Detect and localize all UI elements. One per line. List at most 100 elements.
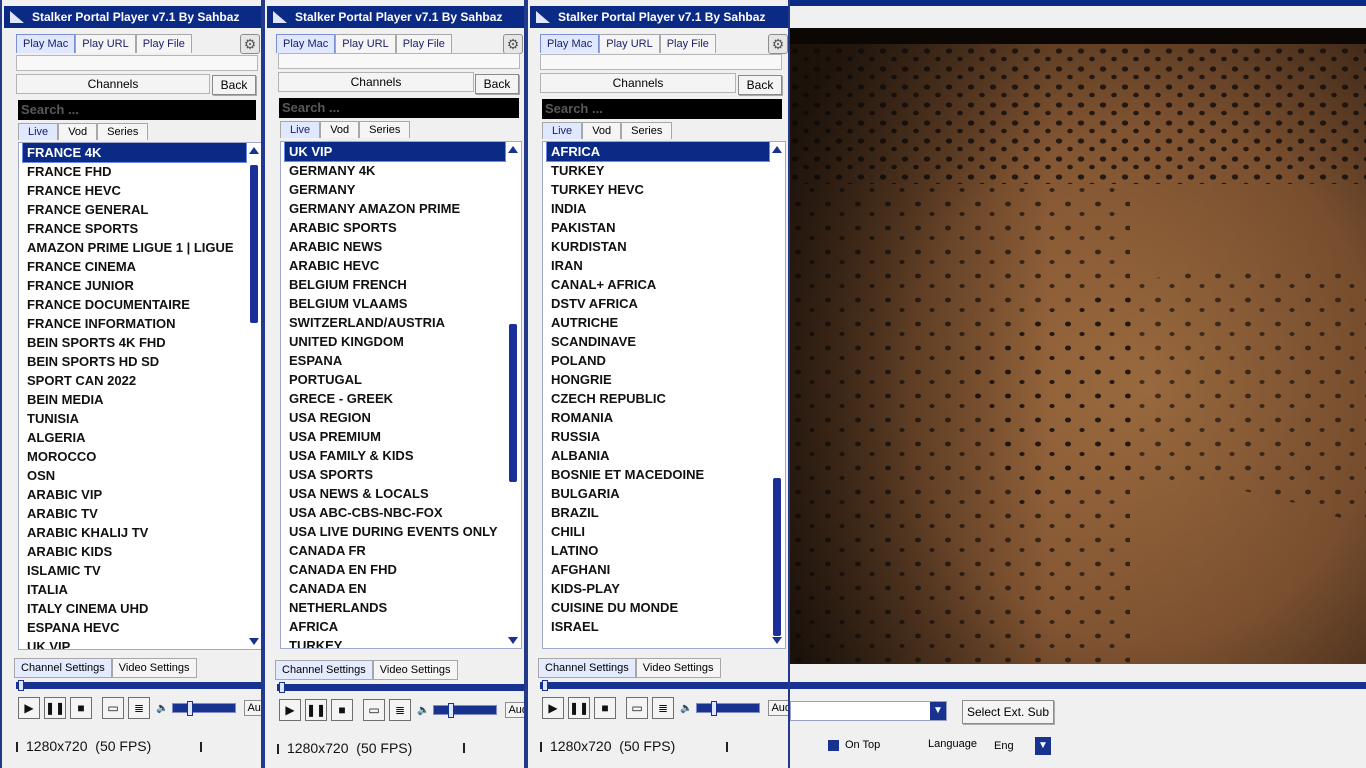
volume-slider[interactable]: [433, 703, 498, 718]
subtab-vod[interactable]: Vod: [582, 122, 622, 139]
channel-item[interactable]: USA FAMILY & KIDS: [285, 446, 505, 465]
channel-item[interactable]: ESPANA: [285, 351, 505, 370]
channel-item[interactable]: USA PREMIUM: [285, 427, 505, 446]
channel-item[interactable]: ARABIC KIDS: [23, 542, 246, 561]
channel-item[interactable]: BELGIUM VLAAMS: [285, 294, 505, 313]
channel-item[interactable]: AFRICA: [285, 617, 505, 636]
chevron-down-icon[interactable]: ▼: [1035, 737, 1051, 755]
channel-list[interactable]: UK VIP GERMANY 4K GERMANY GERMANY AMAZON PR…: [280, 141, 522, 649]
pause-button[interactable]: ❚❚: [44, 697, 66, 719]
portal-field[interactable]: [278, 53, 520, 69]
subtab-live[interactable]: Live: [280, 121, 321, 138]
tab-play-file[interactable]: Play File: [395, 34, 452, 53]
scroll-down-arrow-icon[interactable]: [508, 637, 518, 644]
stop-button[interactable]: ■: [594, 697, 616, 719]
tab-play-url[interactable]: Play URL: [599, 34, 660, 53]
channel-item[interactable]: SPORT CAN 2022: [23, 371, 246, 390]
channel-item[interactable]: FRANCE JUNIOR: [23, 276, 246, 295]
volume-slider[interactable]: [172, 701, 237, 716]
channel-item[interactable]: FRANCE CINEMA: [23, 257, 246, 276]
screen-icon[interactable]: ▭: [626, 697, 648, 719]
channel-item[interactable]: PORTUGAL: [285, 370, 505, 389]
channel-item[interactable]: CANADA EN: [285, 579, 505, 598]
seek-knob[interactable]: [279, 682, 285, 693]
channel-item[interactable]: BOSNIE ET MACEDOINE: [547, 465, 769, 484]
channel-item[interactable]: CZECH REPUBLIC: [547, 389, 769, 408]
channel-item[interactable]: AFRICA: [546, 142, 770, 162]
channel-item[interactable]: TURKEY: [547, 161, 769, 180]
channel-item[interactable]: CANADA EN FHD: [285, 560, 505, 579]
channel-item[interactable]: ALBANIA: [547, 446, 769, 465]
channel-item[interactable]: LATINO: [547, 541, 769, 560]
channel-item[interactable]: ARABIC TV: [23, 504, 246, 523]
back-button[interactable]: Back: [738, 75, 782, 95]
channel-item[interactable]: ARABIC SPORTS: [285, 218, 505, 237]
channel-item[interactable]: BEIN MEDIA: [23, 390, 246, 409]
stop-button[interactable]: ■: [331, 699, 353, 721]
channel-item[interactable]: AUTRICHE: [547, 313, 769, 332]
audio-button[interactable]: Audio: [505, 702, 524, 718]
volume-knob[interactable]: [448, 703, 455, 718]
channel-item[interactable]: USA ABC-CBS-NBC-FOX: [285, 503, 505, 522]
channel-item[interactable]: FRANCE DOCUMENTAIRE: [23, 295, 246, 314]
subtab-series[interactable]: Series: [621, 122, 673, 139]
seek-knob[interactable]: [18, 680, 24, 691]
subtitle-select[interactable]: ▼: [790, 701, 947, 721]
channel-item[interactable]: IRAN: [547, 256, 769, 275]
playlist-icon[interactable]: ≣: [389, 699, 411, 721]
scroll-down-arrow-icon[interactable]: [249, 638, 259, 645]
channel-item[interactable]: SWITZERLAND/AUSTRIA: [285, 313, 505, 332]
play-button[interactable]: ▶: [18, 697, 40, 719]
audio-button[interactable]: Audio: [244, 700, 261, 716]
channel-item[interactable]: FRANCE HEVC: [23, 181, 246, 200]
channel-item[interactable]: BULGARIA: [547, 484, 769, 503]
channel-item[interactable]: TURKEY: [285, 636, 505, 648]
settings-gear-icon[interactable]: ⚙: [503, 34, 523, 54]
channel-item[interactable]: USA REGION: [285, 408, 505, 427]
subtab-series[interactable]: Series: [97, 123, 149, 140]
channel-item[interactable]: TUNISIA: [23, 409, 246, 428]
scroll-thumb[interactable]: [250, 165, 258, 323]
tab-video-settings[interactable]: Video Settings: [372, 660, 458, 680]
channel-item[interactable]: USA NEWS & LOCALS: [285, 484, 505, 503]
channel-item[interactable]: CUISINE DU MONDE: [547, 598, 769, 617]
play-button[interactable]: ▶: [279, 699, 301, 721]
scroll-up-arrow-icon[interactable]: [508, 146, 518, 153]
channel-item[interactable]: UK VIP: [284, 142, 506, 162]
subtab-live[interactable]: Live: [18, 123, 59, 140]
playlist-icon[interactable]: ≣: [652, 697, 674, 719]
channel-item[interactable]: GERMANY 4K: [285, 161, 505, 180]
scroll-up-arrow-icon[interactable]: [772, 146, 782, 153]
channel-item[interactable]: ROMANIA: [547, 408, 769, 427]
channel-item[interactable]: FRANCE INFORMATION: [23, 314, 246, 333]
channel-list[interactable]: AFRICA TURKEY TURKEY HEVC INDIA PAKISTAN KURD…: [542, 141, 786, 649]
channel-item[interactable]: ISLAMIC TV: [23, 561, 246, 580]
seek-bar[interactable]: [277, 682, 524, 693]
channel-item[interactable]: FRANCE 4K: [22, 143, 247, 163]
volume-knob[interactable]: [711, 701, 718, 716]
screen-icon[interactable]: ▭: [363, 699, 385, 721]
scroll-thumb[interactable]: [509, 324, 517, 482]
channel-item[interactable]: PAKISTAN: [547, 218, 769, 237]
list-scrollbar[interactable]: [508, 144, 519, 646]
seek-bar-extended[interactable]: [790, 682, 1366, 689]
channel-item[interactable]: ARABIC HEVC: [285, 256, 505, 275]
channel-item[interactable]: AFGHANI: [547, 560, 769, 579]
tab-play-url[interactable]: Play URL: [335, 34, 396, 53]
scroll-up-arrow-icon[interactable]: [249, 147, 259, 154]
settings-gear-icon[interactable]: ⚙: [240, 34, 260, 54]
channel-item[interactable]: MOROCCO: [23, 447, 246, 466]
channel-item[interactable]: RUSSIA: [547, 427, 769, 446]
channel-item[interactable]: ARABIC KHALIJ TV: [23, 523, 246, 542]
channel-item[interactable]: UNITED KINGDOM: [285, 332, 505, 351]
tab-play-mac[interactable]: Play Mac: [16, 34, 76, 53]
tab-play-file[interactable]: Play File: [659, 34, 716, 53]
tab-channel-settings[interactable]: Channel Settings: [275, 660, 373, 680]
channel-item[interactable]: BELGIUM FRENCH: [285, 275, 505, 294]
subtab-vod[interactable]: Vod: [320, 121, 360, 138]
channel-item[interactable]: BEIN SPORTS 4K FHD: [23, 333, 246, 352]
channel-item[interactable]: BEIN SPORTS HD SD: [23, 352, 246, 371]
audio-button[interactable]: Audio: [768, 700, 788, 716]
tab-video-settings[interactable]: Video Settings: [635, 658, 721, 678]
tab-channel-settings[interactable]: Channel Settings: [538, 658, 636, 678]
